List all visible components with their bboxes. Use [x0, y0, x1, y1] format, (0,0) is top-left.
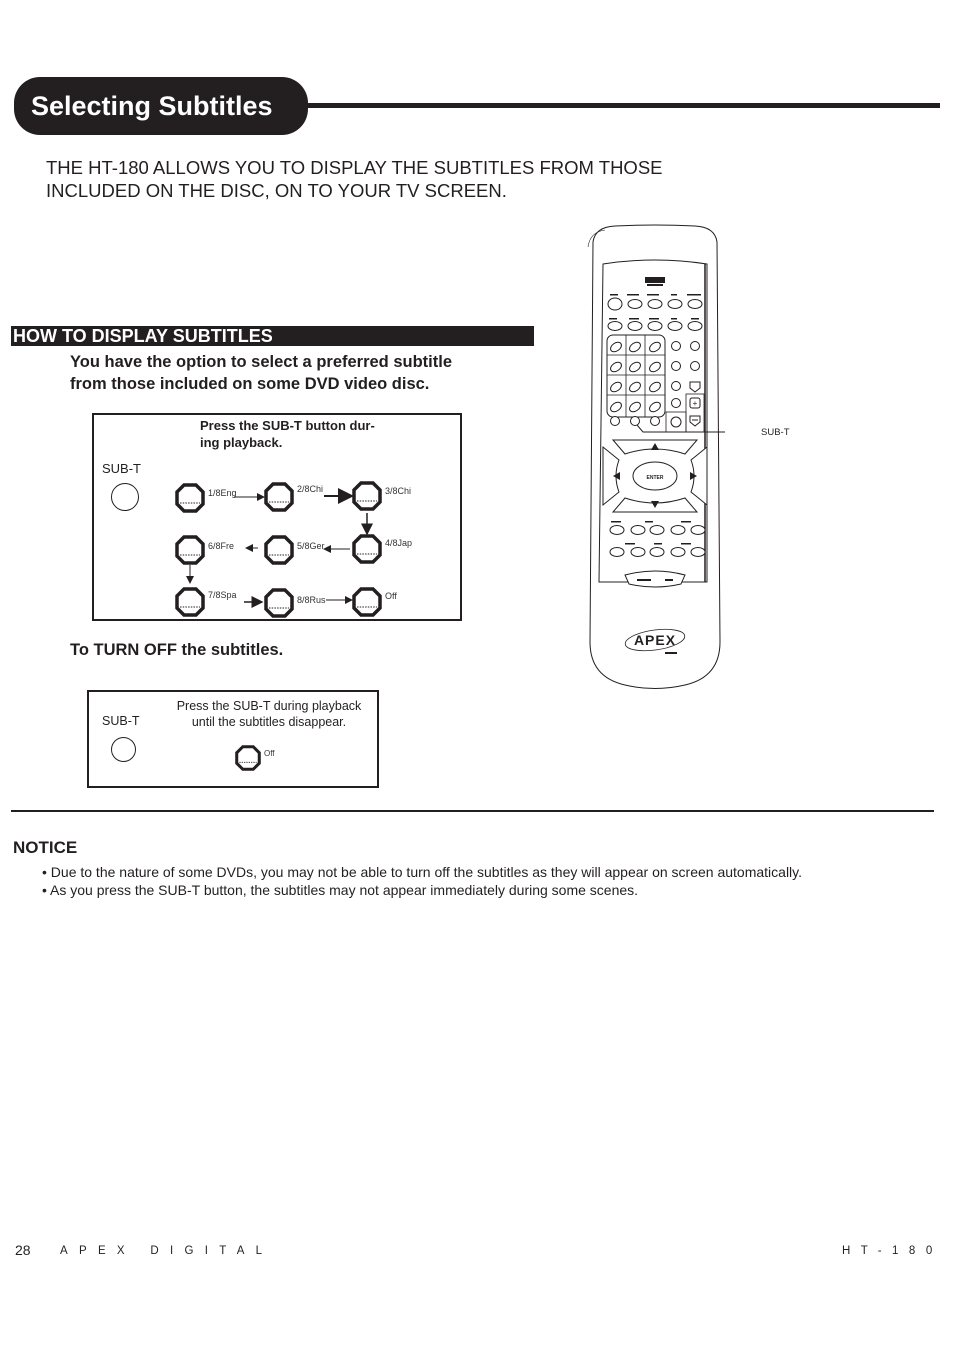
remote-sub-t-button [630, 416, 640, 426]
sub-t-label: SUB-T [102, 714, 140, 728]
turn-off-caption: Press the SUB-T during playback until th… [169, 698, 369, 730]
sub-t-button-icon [111, 737, 136, 762]
title-rule [300, 103, 940, 108]
caption-line: Press the SUB-T during playback [176, 699, 362, 713]
step-label: 3/8Chi [385, 486, 412, 496]
step-label: 7/8Spa [208, 590, 237, 600]
step-octagon-icon [264, 588, 294, 618]
page-title: Selecting Subtitles [14, 77, 308, 135]
turn-off-diagram: SUB-T Press the SUB-T during playback un… [87, 690, 379, 788]
power-button [607, 297, 623, 311]
footer-model: HT-180 [842, 1245, 943, 1257]
turn-off-heading: To TURN OFF the subtitles. [70, 641, 284, 659]
notice-item: • As you press the SUB-T button, the sub… [42, 882, 639, 898]
step-label: 6/8Fre [208, 541, 235, 551]
off-label: Off [264, 749, 275, 758]
intro-line: INCLUDED ON THE DISC, ON TO YOUR TV SCRE… [46, 180, 507, 201]
notice-heading: NOTICE [13, 838, 78, 857]
step-label: 4/8Jap [385, 538, 413, 548]
notice-list: • Due to the nature of some DVDs, you ma… [42, 863, 802, 899]
enter-label: ENTER [647, 475, 664, 481]
dvd-logo-icon [645, 277, 665, 286]
page-number: 28 [15, 1242, 31, 1258]
step-octagon-icon [352, 534, 382, 564]
off-indicator-icon [235, 745, 261, 771]
intro-text: THE HT-180 ALLOWS YOU TO DISPLAY THE SUB… [46, 156, 746, 202]
step-octagon-icon [264, 535, 294, 565]
step-label: 2/8Chi [297, 484, 324, 494]
notice-divider [11, 810, 934, 812]
section-heading-how-to: HOW TO DISPLAY SUBTITLES [11, 326, 534, 346]
notice-item: • Due to the nature of some DVDs, you ma… [42, 864, 803, 880]
footer-brand: APEX DIGITAL [60, 1245, 274, 1257]
section-description: You have the option to select a preferre… [70, 351, 530, 395]
remote-control-illustration: + ENTER APEX [587, 224, 725, 689]
description-line: You have the option to select a preferre… [70, 353, 453, 371]
remote-sub-t-callout: SUB-T [761, 427, 790, 438]
step-label: 1/8Eng [208, 488, 237, 498]
step-octagon-icon [175, 535, 205, 565]
step-octagon-icon [352, 587, 382, 617]
subtitle-cycle-diagram: Press the SUB-T button dur- ing playback… [92, 413, 462, 621]
step-octagon-icon [175, 483, 205, 513]
step-octagon-icon [175, 587, 205, 617]
step-label: 8/8Rus [297, 595, 326, 605]
svg-text:APEX: APEX [634, 632, 676, 648]
step-label: 5/8Ger [297, 541, 325, 551]
step-label: Off [385, 591, 397, 601]
step-octagon-icon [264, 482, 294, 512]
description-line: from those included on some DVD video di… [70, 375, 430, 393]
svg-text:+: + [693, 399, 698, 408]
intro-line: THE HT-180 ALLOWS YOU TO DISPLAY THE SUB… [46, 157, 663, 178]
caption-line: until the subtitles disappear. [191, 715, 347, 729]
step-octagon-icon [352, 481, 382, 511]
page-title-text: Selecting Subtitles [31, 90, 273, 121]
